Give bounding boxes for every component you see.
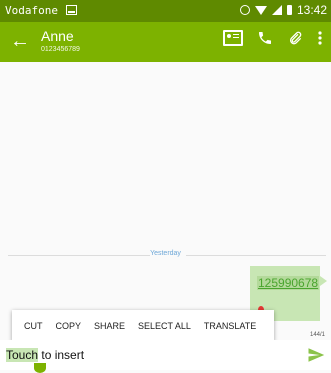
cut-button[interactable]: CUT <box>24 321 43 331</box>
sim-icon <box>66 5 77 15</box>
message-link[interactable]: 125990678 <box>257 276 320 290</box>
translate-button[interactable]: TRANSLATE <box>204 321 256 331</box>
message-bubble-tail <box>320 276 327 286</box>
date-divider-line-right <box>186 255 326 256</box>
wifi-icon <box>254 5 267 15</box>
character-counter: 144/1 <box>309 332 325 338</box>
phone-icon[interactable] <box>257 30 273 46</box>
contact-number: 0123456789 <box>41 46 80 53</box>
alarm-icon <box>239 5 250 15</box>
contact-card-icon[interactable] <box>223 30 243 46</box>
app-bar-actions <box>223 30 323 46</box>
input-text: to insert <box>38 348 85 362</box>
carrier-name: Vodafone <box>5 4 58 17</box>
cursor-handle[interactable] <box>34 363 46 373</box>
back-arrow-icon[interactable]: ← <box>10 31 30 51</box>
contact-name: Anne <box>41 28 74 44</box>
signal-icon <box>271 5 282 15</box>
compose-bar: Touch to insert <box>0 340 331 370</box>
select-all-button[interactable]: SELECT ALL <box>138 321 191 331</box>
clock: 13:42 <box>296 3 327 17</box>
text-selection-menu: CUT COPY SHARE SELECT ALL TRANSLATE <box>12 310 274 342</box>
selected-text: Touch <box>6 348 39 362</box>
status-icons: 13:42 <box>239 3 327 17</box>
more-options-icon[interactable] <box>317 30 323 46</box>
send-icon[interactable] <box>307 346 325 369</box>
share-button[interactable]: SHARE <box>94 321 125 331</box>
battery-icon <box>286 5 292 15</box>
app-bar: ← Anne 0123456789 <box>0 22 331 62</box>
status-bar: Vodafone 13:42 <box>0 0 331 22</box>
copy-button[interactable]: COPY <box>56 321 82 331</box>
message-input[interactable]: Touch to insert <box>6 348 84 362</box>
attach-icon[interactable] <box>287 30 303 46</box>
